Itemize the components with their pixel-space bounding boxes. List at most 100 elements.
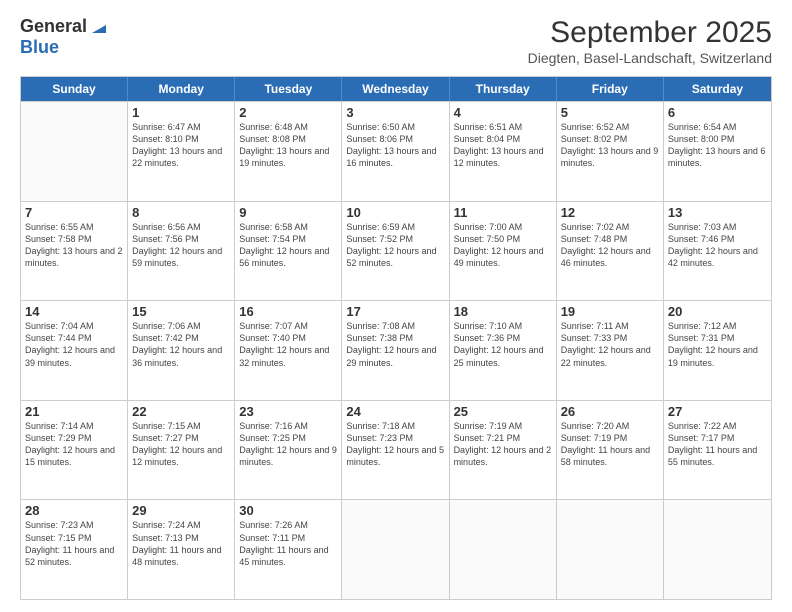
day-info: Sunrise: 6:52 AMSunset: 8:02 PMDaylight:… xyxy=(561,121,659,170)
calendar-day-5: 5Sunrise: 6:52 AMSunset: 8:02 PMDaylight… xyxy=(557,102,664,201)
day-info: Sunrise: 6:47 AMSunset: 8:10 PMDaylight:… xyxy=(132,121,230,170)
calendar-empty-cell xyxy=(664,500,771,599)
day-number: 14 xyxy=(25,304,123,319)
logo: General Blue xyxy=(20,16,110,58)
calendar-day-3: 3Sunrise: 6:50 AMSunset: 8:06 PMDaylight… xyxy=(342,102,449,201)
calendar-day-30: 30Sunrise: 7:26 AMSunset: 7:11 PMDayligh… xyxy=(235,500,342,599)
calendar-day-2: 2Sunrise: 6:48 AMSunset: 8:08 PMDaylight… xyxy=(235,102,342,201)
calendar-week-2: 7Sunrise: 6:55 AMSunset: 7:58 PMDaylight… xyxy=(21,201,771,301)
calendar-day-29: 29Sunrise: 7:24 AMSunset: 7:13 PMDayligh… xyxy=(128,500,235,599)
day-info: Sunrise: 7:26 AMSunset: 7:11 PMDaylight:… xyxy=(239,519,337,568)
calendar-day-1: 1Sunrise: 6:47 AMSunset: 8:10 PMDaylight… xyxy=(128,102,235,201)
day-info: Sunrise: 6:56 AMSunset: 7:56 PMDaylight:… xyxy=(132,221,230,270)
day-number: 28 xyxy=(25,503,123,518)
calendar-day-12: 12Sunrise: 7:02 AMSunset: 7:48 PMDayligh… xyxy=(557,202,664,301)
calendar-header: SundayMondayTuesdayWednesdayThursdayFrid… xyxy=(21,77,771,101)
day-number: 27 xyxy=(668,404,767,419)
location: Diegten, Basel-Landschaft, Switzerland xyxy=(528,50,772,66)
day-number: 9 xyxy=(239,205,337,220)
day-info: Sunrise: 7:14 AMSunset: 7:29 PMDaylight:… xyxy=(25,420,123,469)
weekday-header-thursday: Thursday xyxy=(450,77,557,101)
calendar-day-18: 18Sunrise: 7:10 AMSunset: 7:36 PMDayligh… xyxy=(450,301,557,400)
day-number: 23 xyxy=(239,404,337,419)
title-block: September 2025 Diegten, Basel-Landschaft… xyxy=(528,16,772,66)
calendar-day-15: 15Sunrise: 7:06 AMSunset: 7:42 PMDayligh… xyxy=(128,301,235,400)
calendar-day-4: 4Sunrise: 6:51 AMSunset: 8:04 PMDaylight… xyxy=(450,102,557,201)
day-number: 3 xyxy=(346,105,444,120)
day-number: 12 xyxy=(561,205,659,220)
day-info: Sunrise: 7:18 AMSunset: 7:23 PMDaylight:… xyxy=(346,420,444,469)
day-number: 15 xyxy=(132,304,230,319)
day-number: 7 xyxy=(25,205,123,220)
weekday-header-tuesday: Tuesday xyxy=(235,77,342,101)
calendar-day-24: 24Sunrise: 7:18 AMSunset: 7:23 PMDayligh… xyxy=(342,401,449,500)
day-info: Sunrise: 7:15 AMSunset: 7:27 PMDaylight:… xyxy=(132,420,230,469)
weekday-header-saturday: Saturday xyxy=(664,77,771,101)
day-info: Sunrise: 7:06 AMSunset: 7:42 PMDaylight:… xyxy=(132,320,230,369)
day-number: 18 xyxy=(454,304,552,319)
weekday-header-monday: Monday xyxy=(128,77,235,101)
calendar-day-13: 13Sunrise: 7:03 AMSunset: 7:46 PMDayligh… xyxy=(664,202,771,301)
day-number: 2 xyxy=(239,105,337,120)
day-info: Sunrise: 7:23 AMSunset: 7:15 PMDaylight:… xyxy=(25,519,123,568)
day-info: Sunrise: 7:00 AMSunset: 7:50 PMDaylight:… xyxy=(454,221,552,270)
calendar-day-26: 26Sunrise: 7:20 AMSunset: 7:19 PMDayligh… xyxy=(557,401,664,500)
day-number: 10 xyxy=(346,205,444,220)
calendar-week-4: 21Sunrise: 7:14 AMSunset: 7:29 PMDayligh… xyxy=(21,400,771,500)
calendar-day-19: 19Sunrise: 7:11 AMSunset: 7:33 PMDayligh… xyxy=(557,301,664,400)
calendar-day-20: 20Sunrise: 7:12 AMSunset: 7:31 PMDayligh… xyxy=(664,301,771,400)
day-number: 11 xyxy=(454,205,552,220)
calendar-empty-cell xyxy=(21,102,128,201)
day-info: Sunrise: 7:07 AMSunset: 7:40 PMDaylight:… xyxy=(239,320,337,369)
calendar-day-10: 10Sunrise: 6:59 AMSunset: 7:52 PMDayligh… xyxy=(342,202,449,301)
day-number: 26 xyxy=(561,404,659,419)
day-info: Sunrise: 6:51 AMSunset: 8:04 PMDaylight:… xyxy=(454,121,552,170)
day-info: Sunrise: 6:59 AMSunset: 7:52 PMDaylight:… xyxy=(346,221,444,270)
calendar-day-21: 21Sunrise: 7:14 AMSunset: 7:29 PMDayligh… xyxy=(21,401,128,500)
calendar-day-16: 16Sunrise: 7:07 AMSunset: 7:40 PMDayligh… xyxy=(235,301,342,400)
calendar-day-25: 25Sunrise: 7:19 AMSunset: 7:21 PMDayligh… xyxy=(450,401,557,500)
day-number: 1 xyxy=(132,105,230,120)
calendar-empty-cell xyxy=(450,500,557,599)
calendar-day-23: 23Sunrise: 7:16 AMSunset: 7:25 PMDayligh… xyxy=(235,401,342,500)
day-number: 4 xyxy=(454,105,552,120)
day-info: Sunrise: 7:02 AMSunset: 7:48 PMDaylight:… xyxy=(561,221,659,270)
day-info: Sunrise: 7:08 AMSunset: 7:38 PMDaylight:… xyxy=(346,320,444,369)
day-info: Sunrise: 7:04 AMSunset: 7:44 PMDaylight:… xyxy=(25,320,123,369)
calendar-empty-cell xyxy=(557,500,664,599)
calendar-week-1: 1Sunrise: 6:47 AMSunset: 8:10 PMDaylight… xyxy=(21,101,771,201)
day-info: Sunrise: 7:03 AMSunset: 7:46 PMDaylight:… xyxy=(668,221,767,270)
day-number: 29 xyxy=(132,503,230,518)
calendar-day-28: 28Sunrise: 7:23 AMSunset: 7:15 PMDayligh… xyxy=(21,500,128,599)
calendar-day-6: 6Sunrise: 6:54 AMSunset: 8:00 PMDaylight… xyxy=(664,102,771,201)
day-number: 13 xyxy=(668,205,767,220)
calendar: SundayMondayTuesdayWednesdayThursdayFrid… xyxy=(20,76,772,600)
day-info: Sunrise: 6:54 AMSunset: 8:00 PMDaylight:… xyxy=(668,121,767,170)
calendar-day-11: 11Sunrise: 7:00 AMSunset: 7:50 PMDayligh… xyxy=(450,202,557,301)
logo-icon xyxy=(88,15,110,37)
calendar-week-3: 14Sunrise: 7:04 AMSunset: 7:44 PMDayligh… xyxy=(21,300,771,400)
day-info: Sunrise: 7:24 AMSunset: 7:13 PMDaylight:… xyxy=(132,519,230,568)
calendar-day-9: 9Sunrise: 6:58 AMSunset: 7:54 PMDaylight… xyxy=(235,202,342,301)
calendar-day-7: 7Sunrise: 6:55 AMSunset: 7:58 PMDaylight… xyxy=(21,202,128,301)
calendar-body: 1Sunrise: 6:47 AMSunset: 8:10 PMDaylight… xyxy=(21,101,771,599)
weekday-header-wednesday: Wednesday xyxy=(342,77,449,101)
day-info: Sunrise: 7:11 AMSunset: 7:33 PMDaylight:… xyxy=(561,320,659,369)
weekday-header-friday: Friday xyxy=(557,77,664,101)
page: General Blue September 2025 Diegten, Bas… xyxy=(0,0,792,612)
day-info: Sunrise: 6:48 AMSunset: 8:08 PMDaylight:… xyxy=(239,121,337,170)
calendar-day-22: 22Sunrise: 7:15 AMSunset: 7:27 PMDayligh… xyxy=(128,401,235,500)
day-number: 19 xyxy=(561,304,659,319)
calendar-day-8: 8Sunrise: 6:56 AMSunset: 7:56 PMDaylight… xyxy=(128,202,235,301)
day-number: 24 xyxy=(346,404,444,419)
day-number: 30 xyxy=(239,503,337,518)
day-number: 21 xyxy=(25,404,123,419)
day-info: Sunrise: 7:16 AMSunset: 7:25 PMDaylight:… xyxy=(239,420,337,469)
header: General Blue September 2025 Diegten, Bas… xyxy=(20,16,772,66)
day-info: Sunrise: 6:55 AMSunset: 7:58 PMDaylight:… xyxy=(25,221,123,270)
day-info: Sunrise: 7:12 AMSunset: 7:31 PMDaylight:… xyxy=(668,320,767,369)
day-number: 16 xyxy=(239,304,337,319)
day-number: 8 xyxy=(132,205,230,220)
day-info: Sunrise: 6:58 AMSunset: 7:54 PMDaylight:… xyxy=(239,221,337,270)
calendar-week-5: 28Sunrise: 7:23 AMSunset: 7:15 PMDayligh… xyxy=(21,499,771,599)
